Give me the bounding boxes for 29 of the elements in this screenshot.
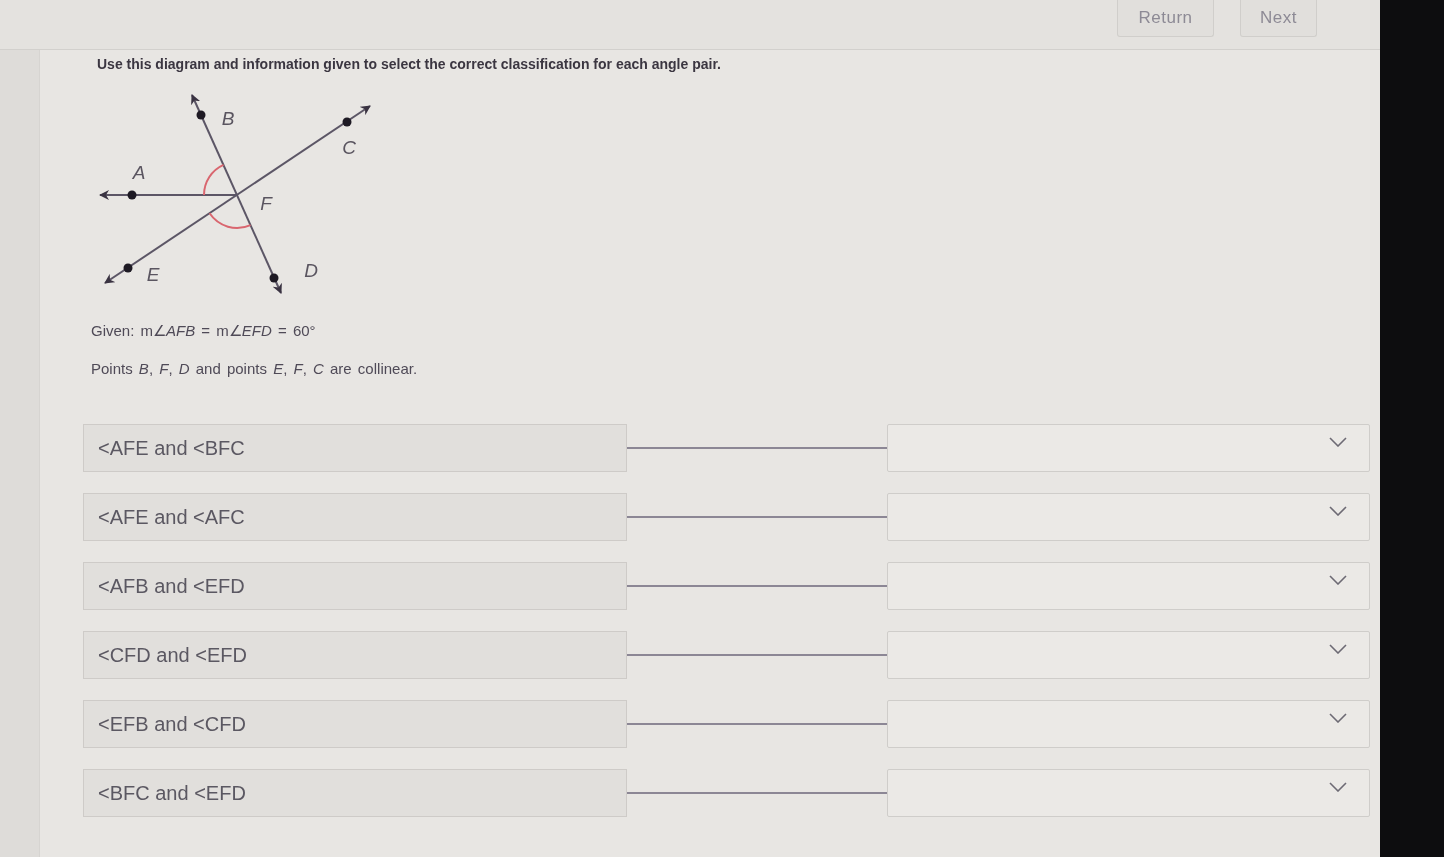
point-label: C: [342, 136, 356, 158]
chevron-down-icon: [1329, 506, 1347, 516]
return-button[interactable]: Return: [1117, 0, 1214, 37]
collinear-note: Points B, F, D and points E, F, C are collinear.: [91, 359, 418, 379]
answer-dropdown[interactable]: [887, 769, 1370, 817]
chevron-down-icon: [1329, 713, 1347, 723]
angle-pair-label: <AFE and <BFC: [83, 424, 627, 472]
instructions-text: Use this diagram and information given to select the correct classification for each angle pair.: [97, 55, 721, 74]
angle-pair-label: <EFB and <CFD: [83, 700, 627, 748]
chevron-down-icon: [1329, 437, 1347, 447]
angle-pair-label: <BFC and <EFD: [83, 769, 627, 817]
chevron-down-icon: [1329, 575, 1347, 585]
chevron-down-icon: [1329, 782, 1347, 792]
point-label: D: [304, 259, 318, 281]
answer-dropdown[interactable]: [887, 493, 1370, 541]
answer-dropdown[interactable]: [887, 631, 1370, 679]
given-text: Given: m∠AFB = m∠EFD = 60°: [91, 321, 316, 341]
angle-pair-label: <CFD and <EFD: [83, 631, 627, 679]
chevron-down-icon: [1329, 644, 1347, 654]
point-label: A: [132, 161, 146, 183]
point-label: F: [260, 192, 272, 214]
angle-pair-label: <AFE and <AFC: [83, 493, 627, 541]
answer-dropdown[interactable]: [887, 700, 1370, 748]
next-button[interactable]: Next: [1240, 0, 1317, 37]
point-label: E: [146, 263, 160, 285]
point-label: B: [221, 107, 235, 129]
answer-dropdown[interactable]: [887, 562, 1370, 610]
answer-dropdown[interactable]: [887, 424, 1370, 472]
angle-pair-label: <AFB and <EFD: [83, 562, 627, 610]
